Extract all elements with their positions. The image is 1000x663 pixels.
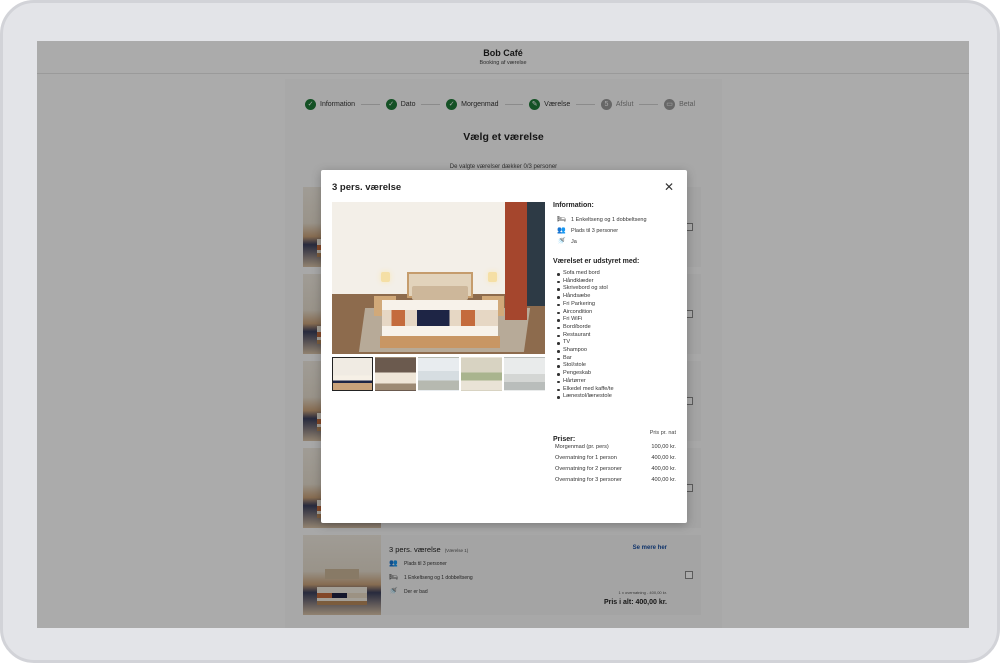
screen: Bob Café Booking af værelse ✓ Informatio…	[37, 41, 969, 628]
list-item: Bar	[556, 355, 681, 363]
per-night-label: Pris pr. nat	[649, 430, 676, 436]
list-item: Håndklæder	[556, 278, 681, 286]
shower-icon: 🚿	[557, 238, 566, 245]
information-heading: Information:	[553, 202, 594, 209]
list-item: Aircondition	[556, 309, 681, 317]
room-main-photo	[332, 202, 545, 354]
info-text: Ja	[571, 238, 577, 245]
price-row: Morgenmad (pr. pers) 100,00 kr.	[555, 444, 676, 451]
modal-title: 3 pers. værelse	[332, 182, 402, 193]
list-item: Elkedel med kaffe/te	[556, 386, 681, 394]
price-value: 400,00 kr.	[651, 466, 676, 472]
price-value: 400,00 kr.	[651, 455, 676, 461]
list-item: Håndsæbe	[556, 293, 681, 301]
device-frame: Bob Café Booking af værelse ✓ Informatio…	[0, 0, 1000, 663]
bed-icon: 🛏	[557, 216, 566, 223]
list-item: Pengeskab	[556, 370, 681, 378]
info-text: Plads til 3 personer	[571, 227, 619, 234]
price-row: Overnatning for 2 personer 400,00 kr.	[555, 466, 676, 473]
list-item: Fri Parkering	[556, 301, 681, 309]
thumbnail[interactable]	[418, 357, 459, 391]
list-item: TV	[556, 339, 681, 347]
price-label: Overnatning for 3 personer	[555, 477, 622, 483]
list-item: Stol/stole	[556, 362, 681, 370]
amenities-heading: Værelset er udstyret med:	[553, 258, 640, 265]
thumbnail[interactable]	[504, 357, 545, 391]
price-label: Overnatning for 1 person	[555, 455, 617, 461]
info-column: Information: 🛏 1 Enkeltseng og 1 dobbelt…	[553, 202, 681, 401]
price-value: 400,00 kr.	[651, 477, 676, 483]
list-item: Lænestol/lænestole	[556, 393, 681, 401]
photo-thumbnails	[332, 357, 545, 391]
thumbnail[interactable]	[461, 357, 502, 391]
price-value: 100,00 kr.	[651, 444, 676, 450]
price-label: Overnatning for 2 personer	[555, 466, 622, 472]
list-item: Bord/borde	[556, 324, 681, 332]
list-item: Restaurant	[556, 332, 681, 340]
amenities-list: Sofa med bord Håndklæder Skrivebord og s…	[556, 270, 681, 401]
list-item: Hårtørrer	[556, 378, 681, 386]
thumbnail[interactable]	[375, 357, 416, 391]
price-row: Overnatning for 1 person 400,00 kr.	[555, 455, 676, 462]
price-table: Morgenmad (pr. pers) 100,00 kr. Overnatn…	[555, 444, 676, 488]
thumbnail[interactable]	[332, 357, 373, 391]
price-label: Morgenmad (pr. pers)	[555, 444, 609, 450]
list-item: Fri WiFi	[556, 316, 681, 324]
prices-heading: Priser:	[553, 436, 576, 443]
list-item: Skrivebord og stol	[556, 285, 681, 293]
close-icon[interactable]: ✕	[663, 181, 675, 193]
price-row: Overnatning for 3 personer 400,00 kr.	[555, 477, 676, 484]
list-item: Shampoo	[556, 347, 681, 355]
people-icon: 👥	[557, 227, 566, 234]
info-text: 1 Enkeltseng og 1 dobbeltseng	[571, 216, 647, 223]
info-shower: 🚿 Ja	[556, 236, 681, 247]
info-capacity: 👥 Plads til 3 personer	[556, 225, 681, 236]
list-item: Sofa med bord	[556, 270, 681, 278]
info-beds: 🛏 1 Enkeltseng og 1 dobbeltseng	[556, 214, 681, 225]
room-details-modal: 3 pers. værelse ✕ Information: 🛏 1 Enkel…	[321, 170, 687, 523]
